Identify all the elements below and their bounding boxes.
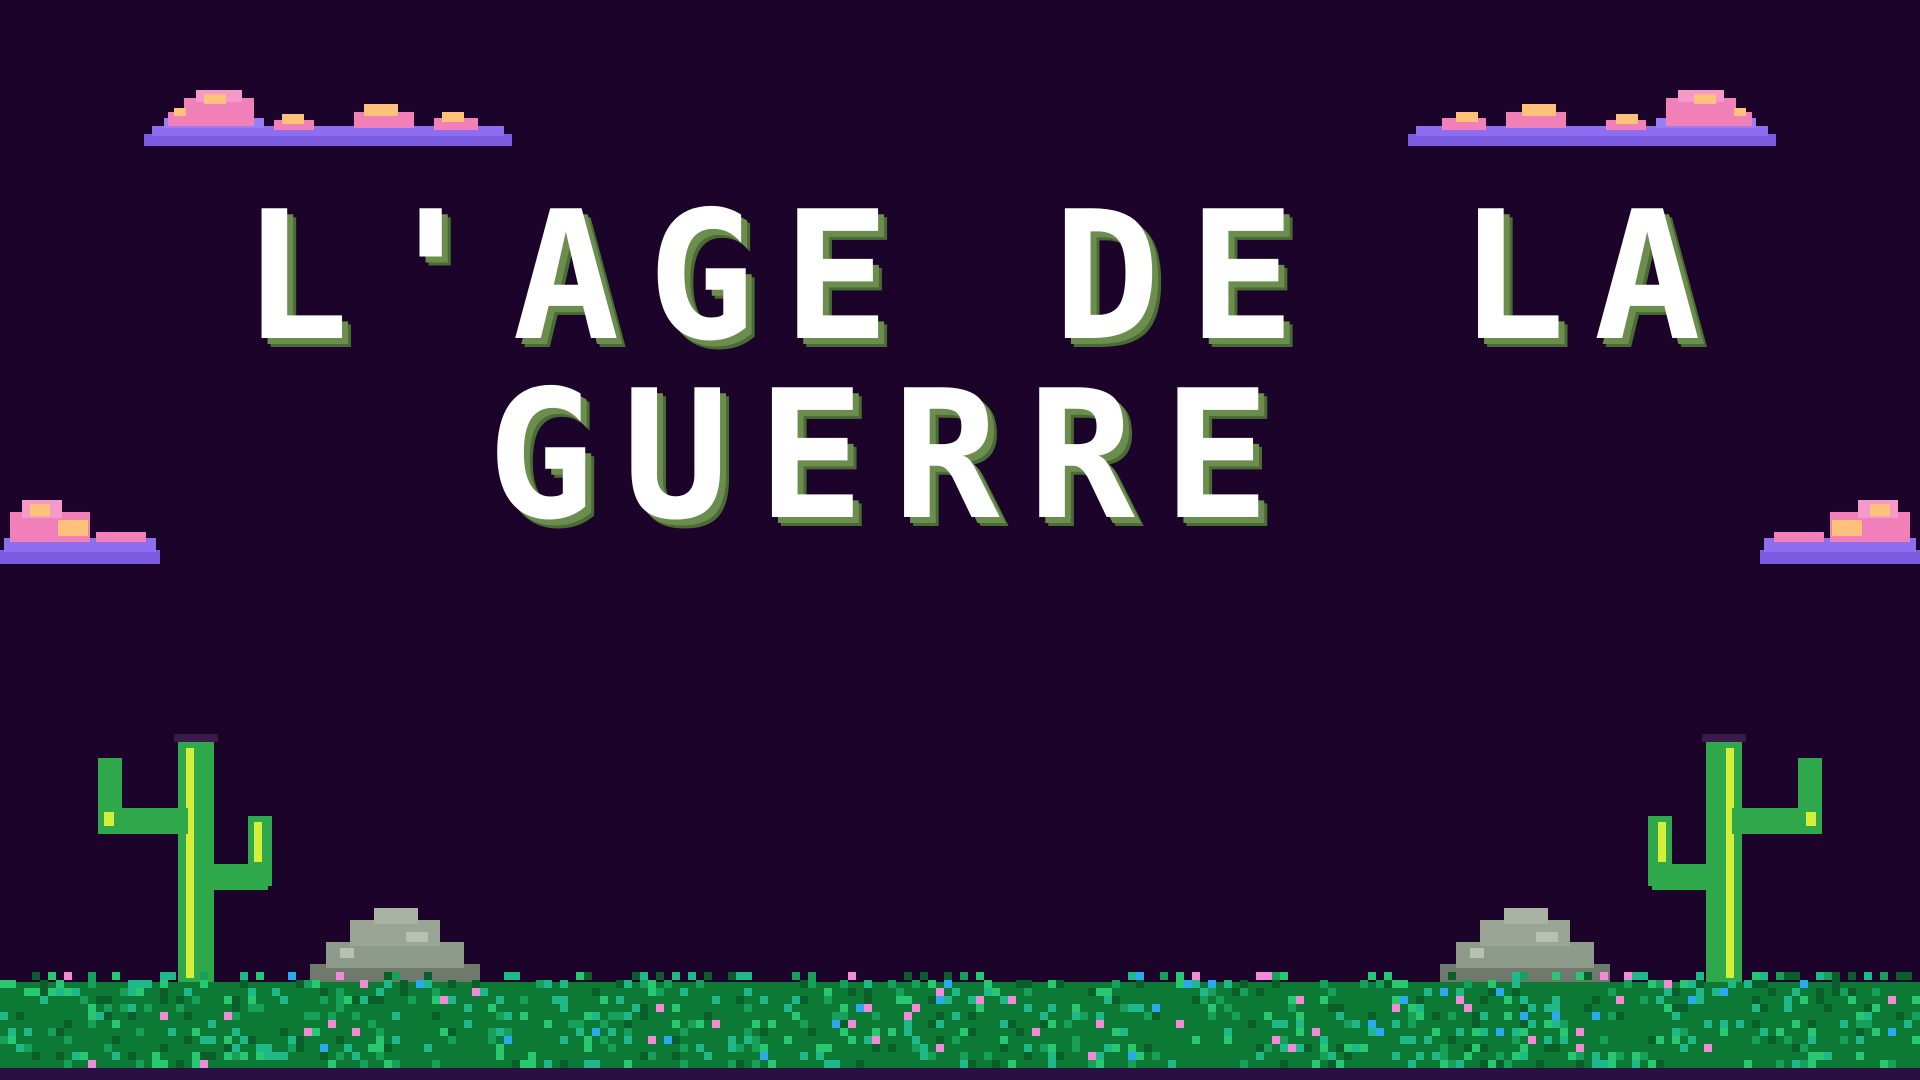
- game-title-line-1: L'AGE DE LA: [242, 173, 1729, 380]
- game-title-line-2: GUERRE: [487, 352, 1298, 559]
- cactus-icon: [1648, 734, 1822, 988]
- cactus-icon: [98, 734, 272, 988]
- cloud-icon: [0, 500, 160, 564]
- game-title-screen: L'AGE DE LA GUERRE: [0, 0, 1920, 1080]
- cloud-icon: [1408, 90, 1776, 146]
- cloud-icon: [1760, 500, 1920, 564]
- cloud-icon: [144, 90, 512, 146]
- grass-ground: [0, 972, 1920, 1080]
